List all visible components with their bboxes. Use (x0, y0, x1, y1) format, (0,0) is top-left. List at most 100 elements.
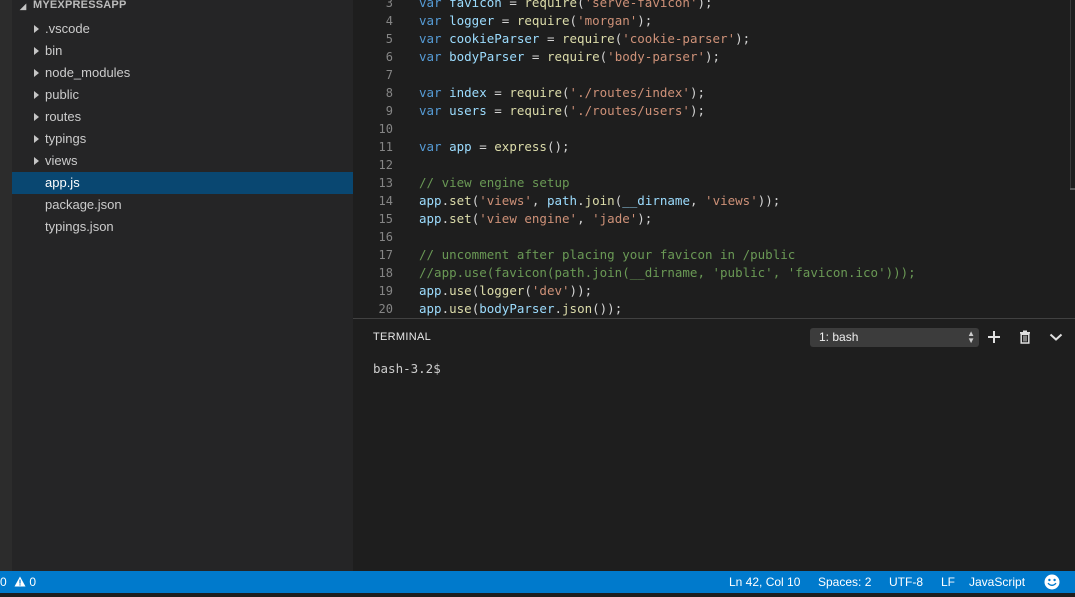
code-token: 'body-parser' (607, 49, 706, 64)
tree-item-label: routes (45, 109, 82, 124)
code-token: 'views' (479, 193, 532, 208)
code-editor[interactable]: 3 var favicon = require('serve-favicon');… (353, 0, 1075, 318)
folder-item[interactable]: routes (12, 106, 353, 128)
explorer-sidebar: ◢ MYEXPRESSAPP .vscode bin node_modulespub… (12, 0, 353, 571)
tree-item-label: app.js (45, 175, 80, 190)
code-token: , (577, 211, 593, 226)
file-item[interactable]: app.js (12, 172, 353, 194)
code-token: ( (524, 283, 532, 298)
kill-terminal-button[interactable] (1015, 327, 1035, 347)
line-number: 17 (378, 248, 393, 262)
code-token: set (449, 211, 472, 226)
code-token: express (494, 139, 547, 154)
code-token: users (449, 103, 487, 118)
chevron-down-icon (1049, 333, 1063, 341)
line-number: 18 (378, 266, 393, 280)
line-number: 11 (378, 140, 393, 154)
code-text: var index = require('./routes/index'); (419, 84, 705, 102)
code-line: 20 app.use(bodyParser.json()); (353, 300, 1075, 318)
line-number: 8 (385, 86, 393, 100)
code-token: ); (689, 103, 706, 118)
folder-item[interactable]: public (12, 84, 353, 106)
code-line: 19 app.use(logger('dev')); (353, 282, 1075, 300)
code-token: require (516, 13, 570, 28)
code-token: ); (637, 13, 653, 28)
file-item[interactable]: typings.json (12, 216, 353, 238)
code-line: 16 (353, 228, 1075, 246)
code-line: 7 (353, 66, 1075, 84)
folder-item[interactable]: typings (12, 128, 353, 150)
new-terminal-button[interactable] (984, 327, 1004, 347)
code-text: app.set('views', path.join(__dirname, 'v… (419, 192, 780, 210)
line-number: 14 (378, 194, 393, 208)
code-line: 3 var favicon = require('serve-favicon'); (353, 0, 1075, 12)
toggle-panel-button[interactable] (1046, 327, 1066, 347)
code-line: 15 app.set('view engine', 'jade'); (353, 210, 1075, 228)
panel-tab-terminal[interactable]: TERMINAL (373, 331, 431, 343)
code-line: 10 (353, 120, 1075, 138)
code-token: //app.use(favicon(path.join(__dirname, '… (419, 265, 916, 280)
code-token: . (577, 193, 585, 208)
tree-item-label: node_modules (45, 65, 131, 80)
folder-item[interactable]: node_modules (12, 62, 353, 84)
language-mode[interactable]: JavaScript (969, 571, 1025, 593)
code-token: = (539, 31, 562, 46)
code-token: set (449, 193, 472, 208)
code-text: app.use(bodyParser.json()); (419, 300, 622, 318)
code-text: app.set('view engine', 'jade'); (419, 210, 652, 228)
code-line: 12 (353, 156, 1075, 174)
tree-item-label: .vscode (45, 21, 90, 36)
problems-status[interactable]: 0 0 (0, 571, 36, 593)
code-line: 9 var users = require('./routes/users'); (353, 102, 1075, 120)
code-token: = (501, 0, 525, 10)
smiley-icon (1044, 574, 1060, 590)
code-token: var (419, 103, 450, 118)
code-line: 11 var app = express(); (353, 138, 1075, 156)
code-token: __dirname (622, 193, 690, 208)
explorer-section-header[interactable]: ◢ MYEXPRESSAPP (12, 0, 353, 13)
warning-icon (14, 576, 26, 587)
tree-item-label: views (45, 153, 78, 168)
line-number: 6 (385, 50, 393, 64)
code-token: , (531, 193, 547, 208)
cursor-position[interactable]: Ln 42, Col 10 (729, 571, 800, 593)
code-token: ); (689, 85, 706, 100)
chevron-right-icon (34, 157, 39, 165)
code-token: )); (569, 283, 593, 298)
folder-item[interactable]: bin (12, 40, 353, 62)
code-token: bodyParser (479, 301, 555, 316)
code-token: ( (562, 85, 570, 100)
line-number: 16 (378, 230, 393, 244)
terminal-selector[interactable]: 1: bash ▲ ▼ (810, 328, 979, 347)
code-token: require (524, 0, 578, 10)
code-token: use (449, 301, 472, 316)
code-line: 13 // view engine setup (353, 174, 1075, 192)
terminal-prompt[interactable]: bash-3.2$ (373, 361, 441, 376)
code-line: 4 var logger = require('morgan'); (353, 12, 1075, 30)
code-text: var cookieParser = require('cookie-parse… (419, 30, 750, 48)
code-text: var logger = require('morgan'); (419, 12, 652, 30)
code-token: require (509, 103, 563, 118)
code-token: var (419, 139, 450, 154)
code-token: // view engine setup (419, 175, 570, 190)
code-text: var bodyParser = require('body-parser'); (419, 48, 720, 66)
code-token: 'view engine' (479, 211, 578, 226)
code-text: var app = express(); (419, 138, 570, 156)
code-token: use (449, 283, 472, 298)
file-item[interactable]: package.json (12, 194, 353, 216)
code-line: 5 var cookieParser = require('cookie-pars… (353, 30, 1075, 48)
tree-item-label: package.json (45, 197, 122, 212)
line-ending[interactable]: LF (941, 571, 955, 593)
code-token: ( (569, 13, 578, 28)
code-token: cookieParser (449, 31, 540, 46)
code-token: 'views' (705, 193, 758, 208)
code-token: 'morgan' (577, 13, 638, 28)
file-encoding[interactable]: UTF-8 (889, 571, 923, 593)
window-bottom-edge (0, 593, 1075, 597)
select-arrows-icon: ▲ ▼ (967, 329, 975, 345)
status-bar: 0 0 Ln 42, Col 10 Spaces: 2 UTF-8 LF Jav… (0, 571, 1075, 593)
folder-item[interactable]: .vscode (12, 18, 353, 40)
folder-item[interactable]: views (12, 150, 353, 172)
indentation-setting[interactable]: Spaces: 2 (818, 571, 871, 593)
code-line: 14 app.set('views', path.join(__dirname, … (353, 192, 1075, 210)
